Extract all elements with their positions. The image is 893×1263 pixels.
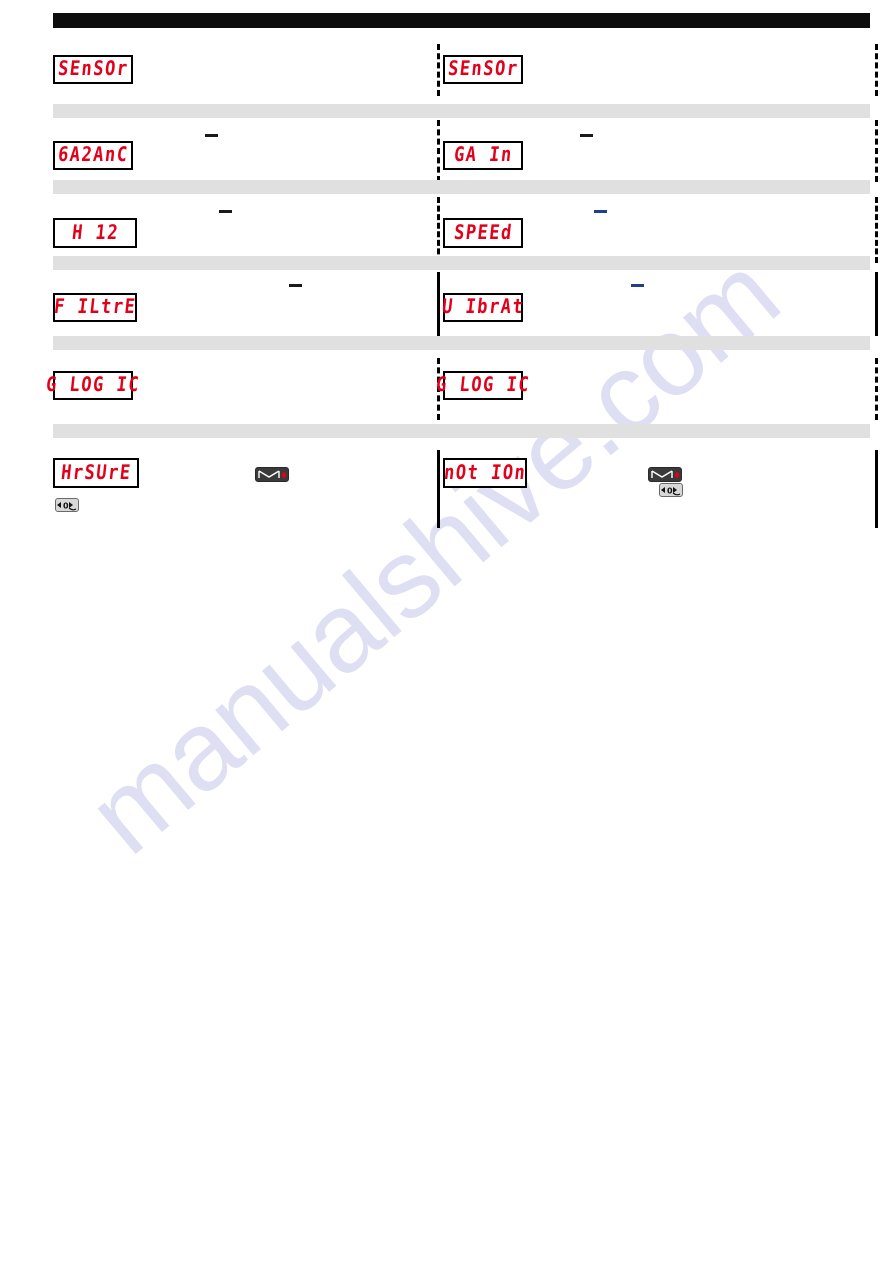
row-right-cell: SEnSOr xyxy=(437,44,893,96)
table-row: H 12 SPEEd xyxy=(0,197,893,263)
key-led-indicator xyxy=(282,471,286,478)
table-row: G LOG IC G LOG IC xyxy=(0,358,893,420)
page-edge-divider xyxy=(875,44,878,96)
row-right-cell: SPEEd xyxy=(437,197,893,263)
table-row: SEnSOr SEnSOr xyxy=(0,44,893,96)
lcd-display: GA In xyxy=(443,141,523,170)
table-row: 6A2AnC GA In xyxy=(0,120,893,182)
lcd-display-text: 6A2AnC xyxy=(56,143,130,167)
lcd-display-text: F ILtrE xyxy=(52,295,138,319)
svg-text:0: 0 xyxy=(63,502,69,511)
page-edge-divider xyxy=(875,197,878,263)
row-right-cell: nOt IOn 0 xyxy=(437,450,893,528)
svg-text:0: 0 xyxy=(667,487,673,496)
zero-key-icon[interactable]: 0 xyxy=(659,483,683,497)
zero-key-icon[interactable]: 0 xyxy=(55,498,79,512)
weighing-pan-key-icon[interactable] xyxy=(255,467,289,482)
page-edge-divider xyxy=(875,450,878,528)
lcd-display-text: HrSUrE xyxy=(59,460,133,485)
lcd-display-text: SPEEd xyxy=(452,220,514,245)
leftover-dash-mark xyxy=(631,284,644,287)
manual-page: SEnSOr SEnSOr 6A2AnC GA In H 12 SPEEd F … xyxy=(0,0,893,1263)
pan-glyph xyxy=(258,470,280,479)
lcd-display-text: U IbrAt xyxy=(440,295,526,319)
leftover-dash-mark xyxy=(219,210,232,213)
lcd-display: SPEEd xyxy=(443,218,523,248)
lcd-display: G LOG IC xyxy=(45,371,141,400)
leftover-dash-mark xyxy=(205,134,218,137)
weighing-pan-key-icon[interactable] xyxy=(648,467,682,482)
lcd-display: HrSUrE xyxy=(53,458,139,488)
column-divider xyxy=(437,450,440,528)
column-divider xyxy=(437,44,440,96)
column-divider xyxy=(437,120,440,182)
lcd-display-text: SEnSOr xyxy=(446,57,520,81)
leftover-dash-mark xyxy=(580,134,593,137)
row-separator-band xyxy=(53,180,870,194)
leftover-dash-mark xyxy=(594,210,607,213)
leftover-dash-mark xyxy=(289,284,302,287)
page-edge-divider xyxy=(875,120,878,182)
lcd-display: G LOG IC xyxy=(435,371,531,400)
lcd-display-text: G LOG IC xyxy=(434,373,532,397)
lcd-display: H 12 xyxy=(53,218,137,248)
lcd-display: U IbrAt xyxy=(440,293,526,322)
row-right-cell: U IbrAt xyxy=(437,272,893,336)
page-edge-divider xyxy=(875,272,878,336)
row-right-cell: G LOG IC xyxy=(435,358,893,420)
row-left-cell: G LOG IC xyxy=(0,358,437,420)
page-header-bar xyxy=(53,13,870,28)
column-divider xyxy=(437,272,440,336)
row-separator-band xyxy=(53,336,870,350)
lcd-display: 6A2AnC xyxy=(53,141,133,170)
pan-glyph xyxy=(651,470,673,479)
lcd-display: SEnSOr xyxy=(53,55,133,84)
row-left-cell: H 12 xyxy=(0,203,437,257)
lcd-display: SEnSOr xyxy=(443,55,523,84)
row-left-cell: 6A2AnC xyxy=(0,128,437,180)
row-separator-band xyxy=(53,256,870,270)
lcd-display-text: GA In xyxy=(452,143,514,167)
row-left-cell: HrSUrE 0 xyxy=(0,450,437,528)
row-separator-band xyxy=(53,424,870,438)
column-divider xyxy=(437,197,440,263)
page-edge-divider xyxy=(875,358,878,420)
lcd-display-text: SEnSOr xyxy=(56,57,130,81)
lcd-display-text: G LOG IC xyxy=(44,373,142,397)
lcd-display-text: nOt IOn xyxy=(442,460,528,485)
lcd-display: F ILtrE xyxy=(53,293,137,322)
key-led-indicator xyxy=(675,471,679,478)
row-right-cell: GA In xyxy=(437,120,893,182)
row-separator-band xyxy=(53,104,870,118)
lcd-display-text: H 12 xyxy=(70,220,120,245)
lcd-display: nOt IOn xyxy=(443,458,527,488)
table-row: F ILtrE U IbrAt xyxy=(0,272,893,336)
table-row: HrSUrE 0 nOt IOn 0 xyxy=(0,450,893,528)
row-left-cell: F ILtrE xyxy=(0,278,437,332)
row-left-cell: SEnSOr xyxy=(0,46,437,94)
